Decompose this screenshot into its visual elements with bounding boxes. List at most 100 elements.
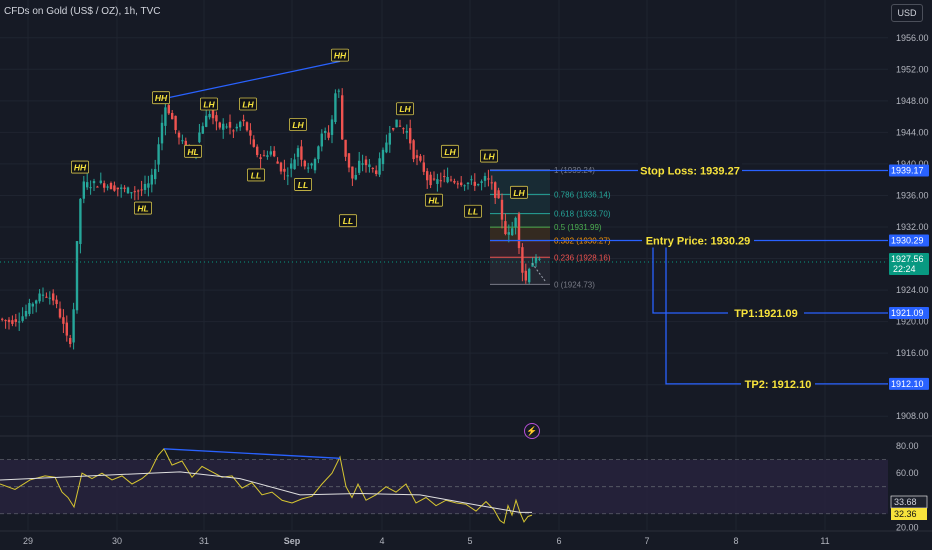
candle <box>422 162 425 172</box>
candle <box>327 132 330 138</box>
candle <box>514 217 517 227</box>
candle <box>150 174 153 185</box>
currency-selector-button[interactable]: USD <box>891 4 923 22</box>
candle <box>235 126 238 129</box>
lightning-icon[interactable]: ⚡ <box>524 423 540 439</box>
y-tick-label: 1948.00 <box>896 96 929 106</box>
candle <box>262 155 266 157</box>
candle <box>276 161 279 164</box>
x-tick-label: 7 <box>644 536 649 546</box>
chart-title: CFDs on Gold (US$ / OZ), 1h, TVC <box>4 6 161 17</box>
fib-level-label: 0.786 (1936.14) <box>554 190 611 199</box>
candle <box>137 190 140 192</box>
candle <box>48 297 51 299</box>
candle <box>109 183 113 190</box>
candle <box>86 182 89 188</box>
candle <box>123 187 126 189</box>
x-tick-label: 5 <box>467 536 472 546</box>
candle <box>483 176 487 181</box>
fib-level-label: 0.5 (1931.99) <box>554 223 602 232</box>
candle <box>415 155 419 158</box>
candle <box>351 166 354 179</box>
swing-label: HL <box>187 147 198 157</box>
rsi-ma-value: 33.68 <box>894 497 917 507</box>
candle <box>154 169 157 180</box>
candle <box>211 110 215 119</box>
candle <box>429 174 432 186</box>
candle <box>398 125 402 127</box>
candle <box>177 132 181 138</box>
candle <box>324 130 327 133</box>
candle <box>18 321 21 323</box>
candle <box>89 187 92 189</box>
candle <box>116 187 119 190</box>
candle <box>256 146 259 155</box>
candle <box>511 228 514 236</box>
candle <box>320 133 323 147</box>
candle <box>208 113 211 118</box>
swing-label: LH <box>399 104 411 114</box>
candle <box>58 308 62 318</box>
candle <box>344 139 347 157</box>
candle <box>24 310 28 317</box>
candle <box>7 319 11 323</box>
candle <box>120 187 123 189</box>
candle <box>378 158 381 175</box>
candle <box>426 171 429 181</box>
candle <box>439 180 442 182</box>
x-tick-label: 30 <box>112 536 122 546</box>
x-tick-label: 11 <box>820 536 829 546</box>
candle <box>21 316 24 321</box>
candle <box>232 130 235 132</box>
y-tick-label: 1944.00 <box>896 127 929 137</box>
swing-label: LL <box>251 170 261 180</box>
candle <box>126 187 130 194</box>
candle <box>487 178 490 180</box>
candle <box>347 153 351 168</box>
x-tick-label: Sep <box>284 536 301 546</box>
swing-label: LH <box>242 100 254 110</box>
candle <box>463 185 466 187</box>
candle <box>330 119 334 135</box>
candle <box>341 95 344 140</box>
trade-level-label: TP1:1921.09 <box>734 308 798 320</box>
trade-level-label: Stop Loss: 1939.27 <box>640 165 740 177</box>
x-tick-label: 4 <box>379 536 384 546</box>
candle <box>269 151 272 155</box>
candle <box>218 122 221 128</box>
candle <box>181 140 184 142</box>
candle <box>358 160 361 173</box>
candle <box>259 157 262 159</box>
trade-level-label: TP2: 1912.10 <box>745 379 812 391</box>
swing-label: LH <box>513 188 525 198</box>
trading-chart[interactable]: 1956.001952.001948.001944.001940.001936.… <box>0 0 932 550</box>
candle <box>157 144 160 165</box>
candle <box>245 122 249 131</box>
candle <box>242 119 245 122</box>
candle <box>239 121 242 128</box>
candle <box>507 232 510 235</box>
candle <box>62 317 65 324</box>
price-axis-tag-label: 1930.29 <box>891 235 924 245</box>
candle <box>201 126 204 134</box>
price-axis-tag-label: 1921.09 <box>891 308 924 318</box>
candle <box>228 121 232 128</box>
candle <box>82 181 85 199</box>
candle <box>538 258 541 260</box>
candle <box>528 268 531 283</box>
candle <box>473 181 476 186</box>
candle <box>521 247 524 273</box>
candle <box>65 322 68 336</box>
candle <box>446 176 449 183</box>
candle <box>364 159 368 166</box>
candle <box>130 192 133 194</box>
y-tick-label: 1908.00 <box>896 411 929 421</box>
candle <box>419 156 422 161</box>
candle <box>113 185 116 191</box>
y-tick-label: 1924.00 <box>896 285 929 295</box>
candle-countdown: 22:24 <box>893 264 916 274</box>
x-tick-label: 6 <box>556 536 561 546</box>
candle <box>31 303 34 307</box>
candle <box>368 164 371 168</box>
swing-label: HL <box>137 204 148 214</box>
